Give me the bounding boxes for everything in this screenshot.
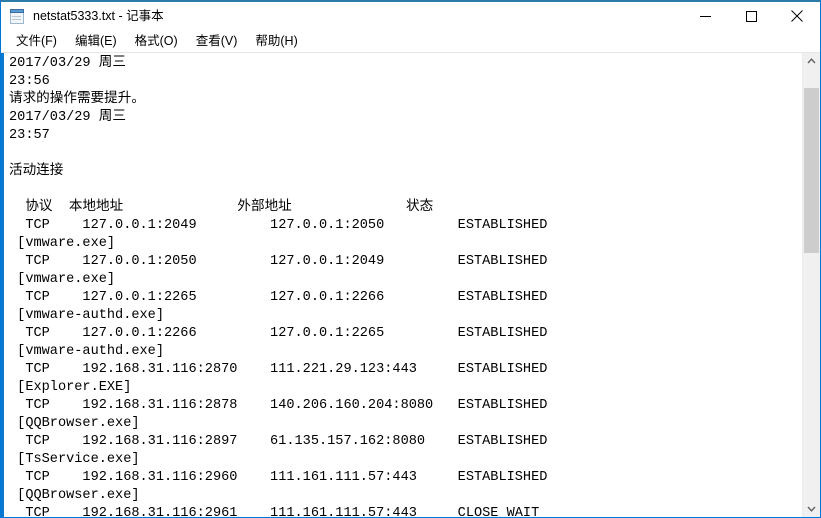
scrollbar-thumb[interactable] bbox=[804, 88, 819, 253]
menu-bar: 文件(F) 编辑(E) 格式(O) 查看(V) 帮助(H) bbox=[1, 30, 820, 52]
scroll-down-icon bbox=[807, 506, 816, 512]
minimize-button[interactable] bbox=[682, 2, 728, 30]
close-icon bbox=[791, 10, 803, 22]
title-bar-left: netstat5333.txt - 记事本 bbox=[1, 2, 164, 30]
title-bar[interactable]: netstat5333.txt - 记事本 bbox=[1, 2, 820, 30]
window-controls bbox=[682, 2, 820, 30]
minimize-icon bbox=[699, 15, 711, 17]
notepad-window: netstat5333.txt - 记事本 文件(F) 编辑(E) 格式(O) … bbox=[0, 0, 821, 518]
document-text[interactable]: 2017/03/29 周三 23:56 请求的操作需要提升。 2017/03/2… bbox=[9, 55, 802, 517]
close-button[interactable] bbox=[774, 2, 820, 30]
text-editor-area[interactable]: 2017/03/29 周三 23:56 请求的操作需要提升。 2017/03/2… bbox=[4, 53, 802, 517]
notepad-icon bbox=[9, 8, 26, 25]
client-area: 2017/03/29 周三 23:56 请求的操作需要提升。 2017/03/2… bbox=[1, 52, 820, 517]
menu-file[interactable]: 文件(F) bbox=[7, 31, 66, 52]
scroll-up-icon bbox=[807, 58, 816, 64]
menu-edit[interactable]: 编辑(E) bbox=[66, 31, 126, 52]
scrollbar-track[interactable] bbox=[803, 70, 820, 500]
window-title: netstat5333.txt - 记事本 bbox=[33, 9, 164, 23]
menu-help[interactable]: 帮助(H) bbox=[246, 31, 306, 52]
scroll-up-button[interactable] bbox=[803, 53, 820, 70]
menu-format[interactable]: 格式(O) bbox=[126, 31, 187, 52]
maximize-button[interactable] bbox=[728, 2, 774, 30]
maximize-icon bbox=[745, 10, 757, 22]
vertical-scrollbar[interactable] bbox=[802, 53, 820, 517]
scroll-down-button[interactable] bbox=[803, 500, 820, 517]
menu-view[interactable]: 查看(V) bbox=[187, 31, 247, 52]
